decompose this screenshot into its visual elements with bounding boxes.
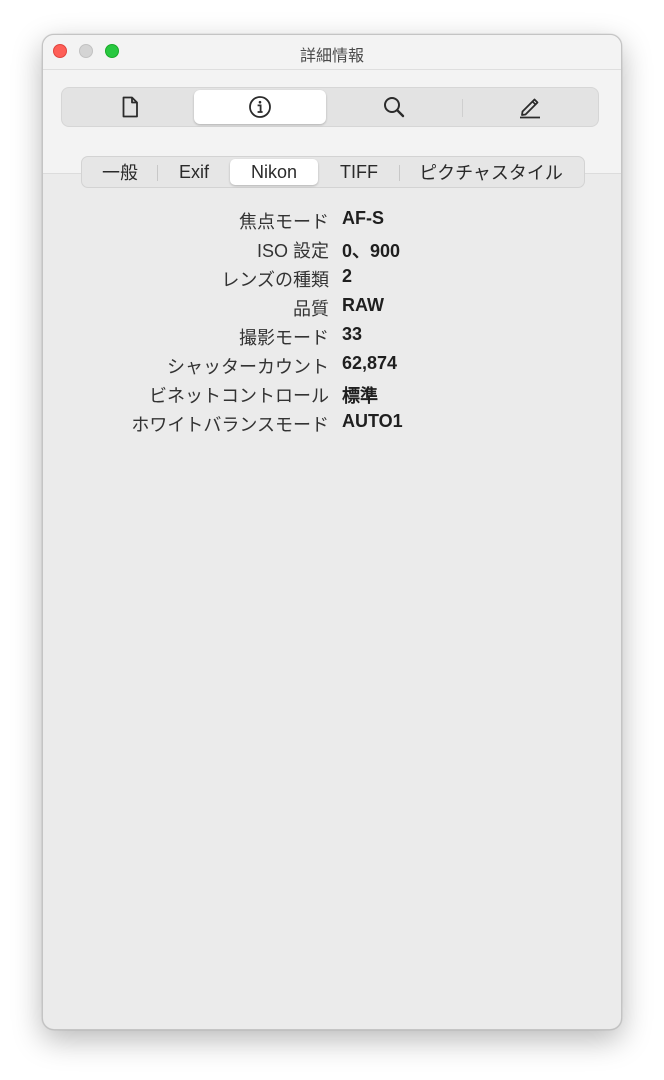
document-icon (121, 96, 139, 118)
tab-nikon[interactable]: Nikon (230, 159, 318, 185)
title-bar[interactable]: 詳細情報 (43, 35, 621, 70)
info-value: 33 (342, 324, 363, 344)
info-value: AUTO1 (342, 411, 403, 431)
edit-tab-button[interactable] (464, 90, 596, 124)
info-value: 2 (342, 266, 353, 286)
info-label: レンズの種類 (221, 270, 329, 290)
nikon-info-list: 焦点モード AF-S ISO 設定 0、900 レンズの種類 2 品質 RAW … (43, 208, 621, 440)
info-row-white-balance-mode: ホワイトバランスモード AUTO1 (43, 411, 621, 440)
info-label: ホワイトバランスモード (131, 415, 329, 435)
info-value: RAW (342, 295, 384, 315)
info-row-vignette-control: ビネットコントロール 標準 (43, 382, 621, 411)
tab-general[interactable]: 一般 (84, 159, 156, 185)
info-label: ISO 設定 (256, 241, 329, 261)
inspector-mode-segmented-control (61, 87, 599, 127)
info-label: 品質 (293, 299, 329, 319)
info-label: 焦点モード (239, 212, 329, 232)
info-row-iso-setting: ISO 設定 0、900 (43, 237, 621, 266)
info-row-lens-type: レンズの種類 2 (43, 266, 621, 295)
metadata-tab-bar: 一般 Exif Nikon TIFF ピクチャスタイル (81, 156, 585, 188)
info-row-quality: 品質 RAW (43, 295, 621, 324)
segment-divider (462, 99, 463, 117)
tab-tiff[interactable]: TIFF (320, 159, 398, 185)
info-tab-button[interactable] (194, 90, 326, 124)
info-value: 0、900 (342, 241, 401, 261)
search-tab-button[interactable] (328, 90, 460, 124)
info-window: 詳細情報 一般 Exif Nikon TIFF ピクチャスタイル 焦点モード A… (42, 34, 622, 1030)
search-icon (382, 95, 406, 119)
info-row-shutter-count: シャッターカウント 62,874 (43, 353, 621, 382)
info-row-shooting-mode: 撮影モード 33 (43, 324, 621, 353)
info-label: ビネットコントロール (149, 386, 329, 406)
info-value: 62,874 (342, 353, 398, 373)
info-row-focus-mode: 焦点モード AF-S (43, 208, 621, 237)
document-tab-button[interactable] (64, 90, 196, 124)
info-label: シャッターカウント (167, 357, 329, 377)
info-icon (248, 95, 272, 119)
window-title: 詳細情報 (299, 46, 364, 65)
tab-picture-style[interactable]: ピクチャスタイル (400, 159, 582, 185)
info-value: 標準 (342, 386, 378, 406)
info-label: 撮影モード (239, 328, 329, 348)
info-value: AF-S (342, 208, 384, 228)
tab-exif[interactable]: Exif (158, 159, 230, 185)
edit-icon (517, 95, 543, 119)
